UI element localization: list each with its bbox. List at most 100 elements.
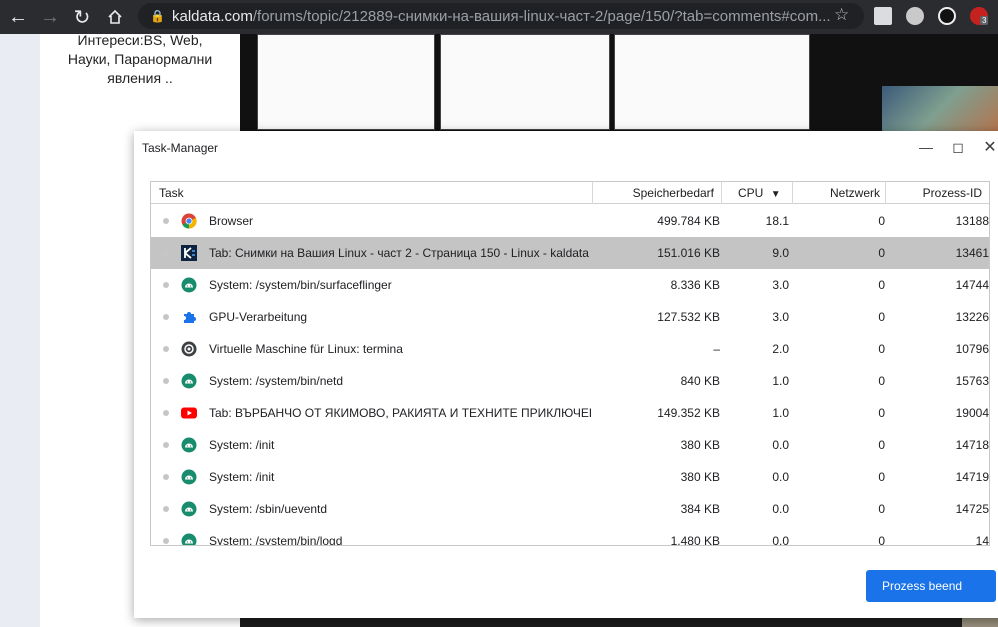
puzzle-icon xyxy=(181,309,197,325)
status-dot xyxy=(163,442,169,448)
status-dot xyxy=(163,538,169,544)
memory-value: 499.784 KB xyxy=(657,214,720,228)
extension-ublock-icon[interactable]: 3 xyxy=(970,7,989,25)
column-network-label: Netzwerk xyxy=(829,186,880,200)
table-row[interactable]: System: /system/bin/netd 840 KB 1.0 0 15763 xyxy=(151,365,989,397)
task-name: GPU-Verarbeitung xyxy=(209,310,308,324)
network-value: 0 xyxy=(878,502,885,516)
column-task[interactable]: Task xyxy=(159,182,184,204)
column-pid[interactable]: Prozess-ID xyxy=(885,182,982,204)
table-row[interactable]: System: /sbin/ueventd 384 KB 0.0 0 14725 xyxy=(151,493,989,525)
table-row[interactable]: System: /init 380 KB 0.0 0 14718 xyxy=(151,429,989,461)
url-path: /forums/topic/212889-снимки-на-вашия-lin… xyxy=(252,7,831,25)
column-pid-label: Prozess-ID xyxy=(922,186,982,200)
url-host: kaldata.com xyxy=(172,7,253,25)
maximize-icon[interactable]: ◻ xyxy=(946,137,970,157)
minimize-icon[interactable]: — xyxy=(914,137,938,157)
task-name: System: /system/bin/logd xyxy=(209,534,343,546)
pid-value: 14744 xyxy=(955,278,989,292)
close-icon[interactable]: ✕ xyxy=(978,137,998,157)
table-row[interactable]: Tab: ВЪРБАНЧО ОТ ЯКИМОВО, РАКИЯТА И ТЕХН… xyxy=(151,397,989,429)
android-icon xyxy=(181,533,197,545)
extension-badge: 3 xyxy=(980,16,989,25)
network-value: 0 xyxy=(878,214,885,228)
chrome-icon xyxy=(181,213,197,229)
back-icon[interactable]: ← xyxy=(2,2,34,32)
screenshot-photo xyxy=(882,86,998,131)
task-name: Tab: ВЪРБАНЧО ОТ ЯКИМОВО, РАКИЯТА И ТЕХН… xyxy=(209,406,591,420)
task-name: System: /init xyxy=(209,470,275,484)
memory-value: 1.480 KB xyxy=(670,534,720,546)
pid-value: 14 xyxy=(975,534,989,546)
table-row[interactable]: System: /init 380 KB 0.0 0 14719 xyxy=(151,461,989,493)
cpu-value: 1.0 xyxy=(772,406,789,420)
table-row[interactable]: System: /system/bin/surfaceflinger 8.336 … xyxy=(151,269,989,301)
status-dot xyxy=(163,378,169,384)
user-interests: Интереси:BS, Web, Науки, Паранормални яв… xyxy=(67,32,213,86)
task-name: System: /sbin/ueventd xyxy=(209,502,328,516)
memory-value: 840 KB xyxy=(680,374,720,388)
memory-value: 149.352 KB xyxy=(657,406,720,420)
network-value: 0 xyxy=(878,438,885,452)
network-value: 0 xyxy=(878,406,885,420)
network-value: 0 xyxy=(878,246,885,260)
task-name: System: /init xyxy=(209,438,275,452)
lock-icon: 🔒 xyxy=(150,9,165,23)
memory-value: 8.336 KB xyxy=(670,278,720,292)
status-dot xyxy=(163,250,169,256)
network-value: 0 xyxy=(878,374,885,388)
cpu-value: 0.0 xyxy=(772,502,789,516)
address-bar[interactable]: 🔒 kaldata.com/forums/topic/212889-снимки… xyxy=(138,3,864,29)
task-manager-window: Task-Manager — ◻ ✕ Task Speicherbedarf C… xyxy=(134,131,998,618)
table-row[interactable]: Tab: Снимки на Вашия Linux - част 2 - Ст… xyxy=(151,237,989,269)
column-network[interactable]: Netzwerk xyxy=(792,182,880,204)
status-dot xyxy=(163,218,169,224)
screenshot-thumb[interactable] xyxy=(614,34,810,130)
sort-desc-icon: ▼ xyxy=(770,189,781,200)
extension-icon[interactable] xyxy=(874,7,892,25)
network-value: 0 xyxy=(878,470,885,484)
pid-value: 10796 xyxy=(955,342,989,356)
forward-icon[interactable]: → xyxy=(34,2,66,32)
status-dot xyxy=(163,410,169,416)
status-dot xyxy=(163,474,169,480)
network-value: 0 xyxy=(878,278,885,292)
column-cpu[interactable]: CPU ▼ xyxy=(721,182,791,204)
task-name: Tab: Снимки на Вашия Linux - част 2 - Ст… xyxy=(209,246,589,260)
table-row[interactable]: GPU-Verarbeitung 127.532 KB 3.0 0 13226 xyxy=(151,301,989,333)
status-dot xyxy=(163,282,169,288)
page-background xyxy=(0,34,40,627)
reload-icon[interactable]: ↻ xyxy=(66,2,98,32)
status-dot xyxy=(163,346,169,352)
column-memory-label: Speicherbedarf xyxy=(632,186,714,200)
extension-dark-icon[interactable] xyxy=(938,7,956,25)
cpu-value: 18.1 xyxy=(765,214,789,228)
task-name: Browser xyxy=(209,214,254,228)
process-table: Task Speicherbedarf CPU ▼ Netzwerk Proze… xyxy=(150,181,990,546)
cpu-value: 0.0 xyxy=(772,438,789,452)
cpu-value: 9.0 xyxy=(772,246,789,260)
android-icon xyxy=(181,469,197,485)
home-icon[interactable] xyxy=(99,2,131,32)
cpu-value: 0.0 xyxy=(772,534,789,546)
column-memory[interactable]: Speicherbedarf xyxy=(592,182,714,204)
pid-value: 14719 xyxy=(955,470,989,484)
table-row[interactable]: Virtuelle Maschine für Linux: termina – 2.… xyxy=(151,333,989,365)
extension-clock-icon[interactable] xyxy=(906,7,924,25)
end-process-button[interactable]: Prozess beend xyxy=(866,570,996,602)
network-value: 0 xyxy=(878,342,885,356)
column-cpu-label: CPU xyxy=(738,186,764,200)
pid-value: 13188 xyxy=(955,214,989,228)
android-icon xyxy=(181,277,197,293)
table-row[interactable]: Browser 499.784 KB 18.1 0 13188 xyxy=(151,205,989,237)
memory-value: 384 KB xyxy=(680,502,720,516)
memory-value: 151.016 KB xyxy=(657,246,720,260)
screenshot-thumb[interactable] xyxy=(257,34,435,130)
screenshot-thumb[interactable] xyxy=(440,34,610,130)
network-value: 0 xyxy=(878,534,885,546)
pid-value: 14718 xyxy=(955,438,989,452)
table-row[interactable]: System: /system/bin/logd 1.480 KB 0.0 0 14 xyxy=(151,525,989,546)
pid-value: 19004 xyxy=(955,406,989,420)
bookmark-star-icon[interactable]: ☆ xyxy=(834,5,849,25)
task-name: System: /system/bin/surfaceflinger xyxy=(209,278,392,292)
